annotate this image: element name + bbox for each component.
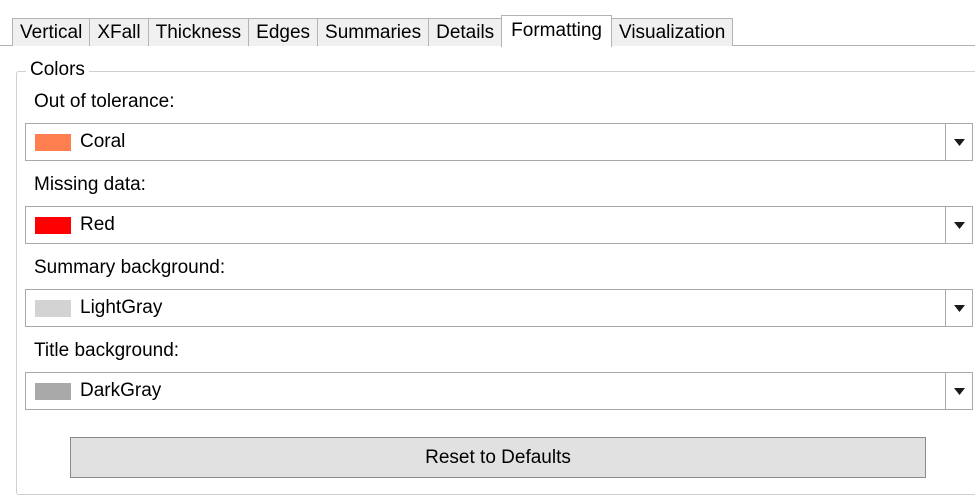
tab-xfall[interactable]: XFall: [89, 18, 149, 46]
title-background-label: Title background:: [34, 340, 180, 361]
title-background-color-select[interactable]: DarkGray: [25, 372, 973, 410]
chevron-down-icon[interactable]: [945, 373, 972, 409]
tab-formatting[interactable]: Formatting: [501, 15, 612, 47]
summary-background-label: Summary background:: [34, 257, 226, 278]
tab-summaries[interactable]: Summaries: [317, 18, 430, 46]
missing-data-label: Missing data:: [34, 174, 146, 195]
summary-background-value: LightGray: [80, 297, 163, 318]
chevron-down-icon[interactable]: [945, 207, 972, 243]
chevron-down-icon[interactable]: [945, 124, 972, 160]
lightgray-swatch: [35, 299, 71, 317]
red-swatch: [35, 216, 71, 234]
tab-visualization[interactable]: Visualization: [610, 18, 734, 46]
tab-strip: Vertical XFall Thickness Edges Summaries…: [12, 15, 734, 47]
title-background-value: DarkGray: [80, 380, 162, 401]
tab-edges[interactable]: Edges: [248, 18, 319, 46]
reset-to-defaults-button[interactable]: Reset to Defaults: [70, 437, 926, 478]
out-of-tolerance-label: Out of tolerance:: [34, 91, 175, 112]
tab-vertical[interactable]: Vertical: [12, 18, 91, 46]
colors-group-title: Colors: [26, 59, 89, 81]
chevron-down-icon[interactable]: [945, 290, 972, 326]
missing-data-value: Red: [80, 214, 115, 235]
summary-background-color-select[interactable]: LightGray: [25, 289, 973, 327]
tab-thickness[interactable]: Thickness: [147, 18, 250, 46]
out-of-tolerance-color-select[interactable]: Coral: [25, 123, 973, 161]
out-of-tolerance-value: Coral: [80, 131, 126, 152]
darkgray-swatch: [35, 382, 71, 400]
missing-data-color-select[interactable]: Red: [25, 206, 973, 244]
tab-details[interactable]: Details: [428, 18, 503, 46]
coral-swatch: [35, 133, 71, 151]
